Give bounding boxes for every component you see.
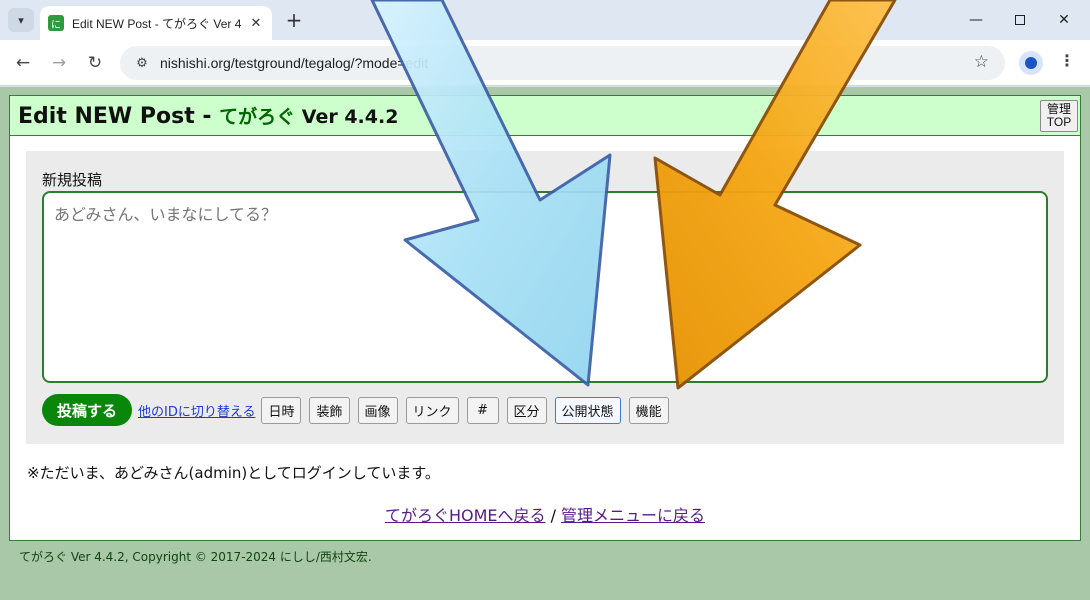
login-status-note: ※ただいま、あどみさん(admin)としてログインしています。	[27, 464, 440, 482]
tab-close-icon[interactable]: ✕	[248, 16, 264, 31]
page-body: Edit NEW Post - てがろぐ Ver 4.4.2 管理 TOP 新規…	[0, 87, 1090, 600]
new-post-label: 新規投稿	[42, 171, 103, 189]
form-controls: 投稿する 他のIDに切り替える 日時 装飾 画像 リンク # 区分 公開状態 機…	[42, 394, 677, 426]
link-separator: /	[545, 506, 562, 525]
profile-avatar-icon[interactable]	[1019, 51, 1043, 75]
post-form: 新規投稿 投稿する 他のIDに切り替える 日時 装飾 画像 リンク # 区分 公…	[26, 151, 1064, 444]
new-tab-button[interactable]: +	[283, 9, 305, 31]
switch-id-link[interactable]: 他のIDに切り替える	[138, 401, 255, 420]
page-title: Edit NEW Post - てがろぐ Ver 4.4.2	[18, 102, 398, 129]
bookmark-star-icon[interactable]: ☆	[974, 52, 989, 72]
browser-menu-icon[interactable]: ⋮	[1057, 51, 1077, 75]
tool-decoration-button[interactable]: 装飾	[309, 396, 350, 424]
tool-visibility-button[interactable]: 公開状態	[554, 396, 621, 424]
admin-top-button[interactable]: 管理 TOP	[1040, 100, 1078, 132]
window-maximize-button[interactable]	[1006, 8, 1034, 32]
page-title-app: てがろぐ	[219, 106, 296, 128]
tab-title: Edit NEW Post - てがろぐ Ver 4.4.2	[72, 16, 242, 31]
submit-post-button[interactable]: 投稿する	[42, 394, 132, 426]
header-bar: Edit NEW Post - てがろぐ Ver 4.4.2 管理 TOP	[10, 96, 1080, 136]
back-arrow-icon[interactable]: ←	[11, 51, 35, 75]
site-info-icon[interactable]: ⚙	[130, 51, 154, 75]
maximize-icon	[1015, 15, 1025, 25]
tab-list-chevron-icon[interactable]: ▾	[8, 8, 34, 32]
browser-tab-strip: ▾ に Edit NEW Post - てがろぐ Ver 4.4.2 ✕ + —…	[0, 0, 1090, 40]
footer-copyright: てがろぐ Ver 4.4.2, Copyright © 2017-2024 にし…	[19, 550, 372, 564]
window-minimize-button[interactable]: —	[962, 8, 990, 32]
tool-functions-button[interactable]: 機能	[628, 396, 669, 424]
browser-toolbar: ← → ↻ ⚙ nishishi.org/testground/tegalog/…	[0, 40, 1090, 86]
window-close-button[interactable]: ✕	[1050, 8, 1078, 32]
page-title-main: Edit NEW Post -	[18, 104, 220, 129]
site-favicon-icon: に	[48, 15, 64, 31]
main-panel: Edit NEW Post - てがろぐ Ver 4.4.2 管理 TOP 新規…	[9, 95, 1081, 541]
admin-menu-link[interactable]: 管理メニューに戻る	[561, 506, 705, 525]
browser-tab[interactable]: に Edit NEW Post - てがろぐ Ver 4.4.2 ✕	[40, 6, 272, 40]
post-textarea[interactable]	[42, 191, 1048, 383]
tool-category-button[interactable]: 区分	[506, 396, 547, 424]
address-bar[interactable]: ⚙ nishishi.org/testground/tegalog/?mode=…	[120, 46, 1005, 80]
tool-hashtag-button[interactable]: #	[466, 396, 499, 424]
tool-image-button[interactable]: 画像	[357, 396, 398, 424]
reload-icon[interactable]: ↻	[83, 51, 107, 75]
url-text[interactable]: nishishi.org/testground/tegalog/?mode=ed…	[160, 55, 428, 71]
back-links: てがろぐHOMEへ戻る / 管理メニューに戻る	[10, 502, 1080, 526]
tool-link-button[interactable]: リンク	[405, 396, 459, 424]
home-link[interactable]: てがろぐHOMEへ戻る	[385, 506, 546, 525]
page-title-version: Ver 4.4.2	[295, 106, 399, 128]
forward-arrow-icon[interactable]: →	[47, 51, 71, 75]
tool-datetime-button[interactable]: 日時	[261, 396, 302, 424]
admin-top-label-2: TOP	[1046, 115, 1072, 129]
